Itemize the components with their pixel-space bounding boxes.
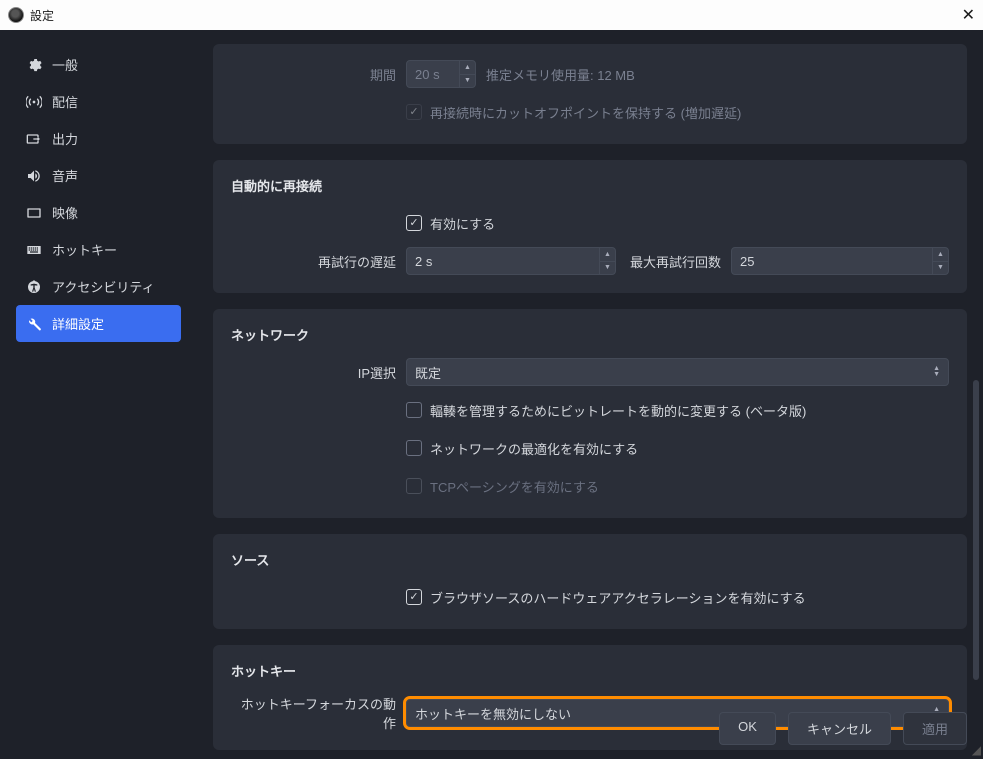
tcp-pacing-label: TCPペーシングを有効にする [430,477,599,496]
memory-estimate-label: 推定メモリ使用量: 12 MB [486,65,635,84]
network-optimize-label: ネットワークの最適化を有効にする [430,439,638,458]
checkbox-icon [406,402,422,418]
close-icon[interactable]: ✕ [962,5,975,25]
broadcast-icon [26,94,42,110]
sidebar-item-video[interactable]: 映像 [16,194,181,231]
sidebar-item-audio[interactable]: 音声 [16,157,181,194]
sidebar-item-label: アクセシビリティ [52,277,155,296]
section-network: ネットワーク IP選択 既定 ▲▼ 輻輳を管理 [213,309,967,518]
max-retries-spinner[interactable]: 25 ▲ ▼ [731,247,949,275]
chevron-down-icon[interactable]: ▼ [460,75,475,88]
keyboard-icon [26,242,42,258]
sidebar-item-general[interactable]: 一般 [16,46,181,83]
ip-select-label: IP選択 [231,363,396,382]
duration-spinner[interactable]: 20 s ▲ ▼ [406,60,476,88]
checkbox-icon [406,104,422,120]
checkbox-icon [406,215,422,231]
network-optimize-checkbox[interactable]: ネットワークの最適化を有効にする [406,439,638,458]
ip-select-value: 既定 [415,363,933,382]
section-source: ソース ブラウザソースのハードウェアアクセラレーションを有効にする [213,534,967,629]
keep-cutoff-checkbox: 再接続時にカットオフポイントを保持する (増加遅延) [406,103,741,122]
tools-icon [26,316,42,332]
duration-value: 20 s [415,67,459,82]
output-icon [26,131,42,147]
ip-select[interactable]: 既定 ▲▼ [406,358,949,386]
chevron-up-icon[interactable]: ▲ [460,61,475,75]
chevron-down-icon[interactable]: ▼ [600,262,615,275]
sidebar-item-label: ホットキー [52,240,117,259]
checkbox-icon [406,440,422,456]
ok-button[interactable]: OK [719,712,776,745]
scrollbar[interactable] [973,380,979,680]
sidebar-item-hotkeys[interactable]: ホットキー [16,231,181,268]
sidebar-item-label: 出力 [52,129,78,148]
cancel-button[interactable]: キャンセル [788,712,891,745]
sidebar-item-label: 詳細設定 [52,314,104,333]
tcp-pacing-checkbox: TCPペーシングを有効にする [406,477,599,496]
section-title: ネットワーク [231,325,949,344]
checkbox-icon [406,589,422,605]
sidebar-item-label: 音声 [52,166,78,185]
sidebar-item-label: 配信 [52,92,78,111]
sidebar-item-advanced[interactable]: 詳細設定 [16,305,181,342]
gear-icon [26,57,42,73]
browser-hw-accel-checkbox[interactable]: ブラウザソースのハードウェアアクセラレーションを有効にする [406,588,806,607]
chомеvron-updown-icon: ▲▼ [933,366,940,378]
hotkey-focus-label: ホットキーフォーカスの動作 [231,694,396,732]
resize-grip-icon[interactable]: ◢ [972,743,981,757]
sidebar-item-accessibility[interactable]: アクセシビリティ [16,268,181,305]
section-title: ホットキー [231,661,949,680]
dynamic-bitrate-label: 輻輳を管理するためにビットレートを動的に変更する (ベータ版) [430,401,806,420]
reconnect-enable-checkbox[interactable]: 有効にする [406,214,495,233]
chevron-up-icon[interactable]: ▲ [600,248,615,262]
browser-hw-accel-label: ブラウザソースのハードウェアアクセラレーションを有効にする [430,588,806,607]
sidebar-item-label: 映像 [52,203,78,222]
sidebar-item-output[interactable]: 出力 [16,120,181,157]
retry-delay-spinner[interactable]: 2 s ▲ ▼ [406,247,616,275]
max-retries-label: 最大再試行回数 [626,252,721,271]
section-auto-reconnect: 自動的に再接続 有効にする 再試行の遅延 2 s [213,160,967,293]
apply-button[interactable]: 適用 [903,712,967,745]
sidebar-item-stream[interactable]: 配信 [16,83,181,120]
window-title: 設定 [30,7,54,24]
chevron-up-icon[interactable]: ▲ [933,248,948,262]
section-title: 自動的に再接続 [231,176,949,195]
keep-cutoff-label: 再接続時にカットオフポイントを保持する (増加遅延) [430,103,741,122]
chevron-down-icon[interactable]: ▼ [933,262,948,275]
audio-icon [26,168,42,184]
retry-delay-value: 2 s [415,254,599,269]
reconnect-enable-label: 有効にする [430,214,495,233]
accessibility-icon [26,279,42,295]
duration-label: 期間 [231,65,396,84]
retry-delay-label: 再試行の遅延 [231,252,396,271]
max-retries-value: 25 [740,254,932,269]
checkbox-icon [406,478,422,494]
dynamic-bitrate-checkbox[interactable]: 輻輳を管理するためにビットレートを動的に変更する (ベータ版) [406,401,806,420]
section-title: ソース [231,550,949,569]
app-icon [8,7,24,23]
video-icon [26,205,42,221]
section-replay-top: 期間 20 s ▲ ▼ 推定メモリ使用量: 12 MB [213,44,967,144]
sidebar-item-label: 一般 [52,55,78,74]
